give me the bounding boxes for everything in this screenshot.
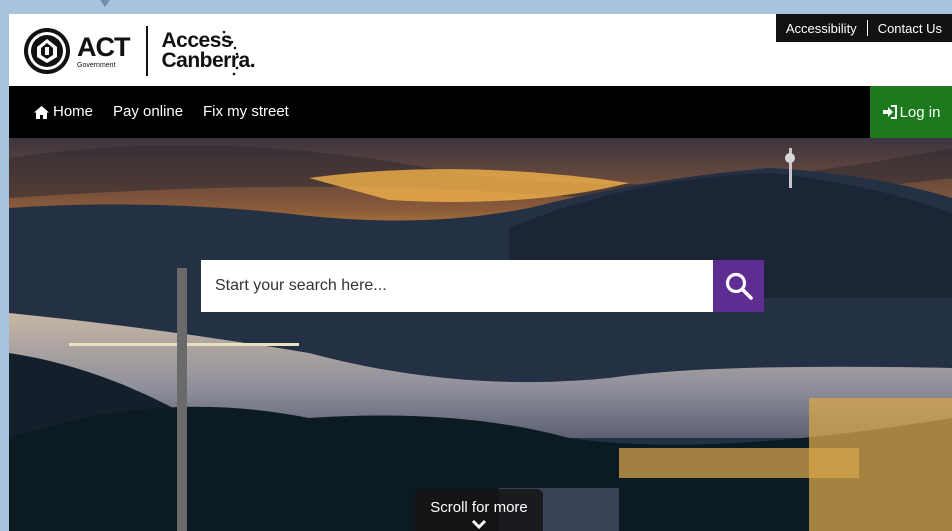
login-label: Log in	[899, 103, 941, 121]
logo-act-text: ACT	[77, 31, 130, 62]
nav-home[interactable]: Home	[34, 86, 93, 138]
logo-dots-icon	[222, 30, 238, 76]
nav-home-label: Home	[53, 103, 94, 120]
scroll-for-more-button[interactable]: Scroll for more	[415, 489, 543, 531]
nav-pay-online[interactable]: Pay online	[113, 86, 183, 138]
search-button[interactable]	[713, 260, 764, 312]
search-input[interactable]	[201, 260, 713, 312]
accessibility-link[interactable]: Accessibility	[776, 21, 867, 36]
hero-image	[9, 138, 952, 531]
nav-fix-my-street[interactable]: Fix my street	[203, 86, 289, 138]
logo-government-text: Government	[77, 61, 116, 69]
chevron-down-icon	[471, 519, 487, 530]
search-bar	[201, 260, 764, 312]
logo-divider	[145, 26, 148, 76]
contact-us-link[interactable]: Contact Us	[868, 21, 952, 36]
home-icon	[34, 105, 49, 119]
search-icon	[725, 272, 753, 300]
site-logo[interactable]: ACT Government Access Canberra.	[23, 23, 256, 79]
sign-in-icon	[882, 105, 897, 119]
login-button[interactable]: Log in	[870, 86, 952, 138]
utility-links: Accessibility Contact Us	[775, 14, 952, 42]
frame-marker	[100, 0, 110, 7]
site-header: ACT Government Access Canberra. Accessib…	[9, 14, 952, 86]
hero-banner: Scroll for more	[9, 138, 952, 531]
scroll-label: Scroll for more	[430, 499, 528, 516]
act-crest-icon	[24, 28, 70, 74]
main-nav: Home Pay online Fix my street Log in	[9, 86, 952, 138]
browser-page: ACT Government Access Canberra. Accessib…	[9, 14, 952, 531]
